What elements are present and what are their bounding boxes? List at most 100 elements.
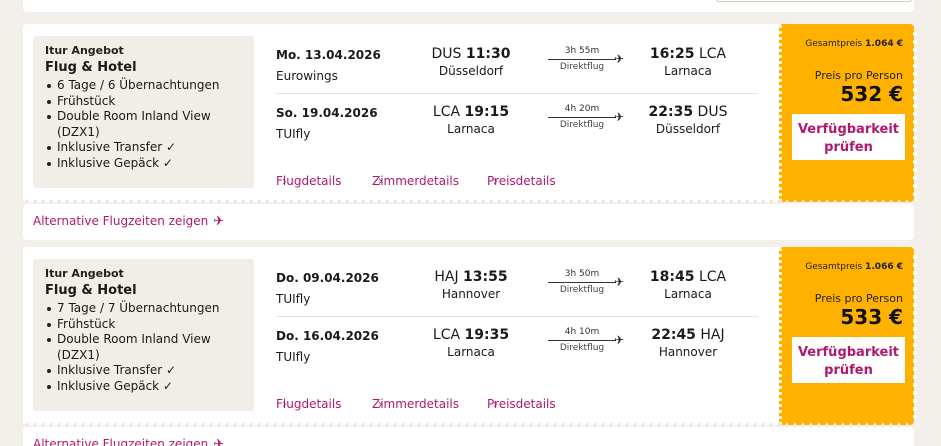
flight-date: Do. 16.04.2026 xyxy=(276,329,379,343)
flight-duration: 3h 55m ✈ Direktflug xyxy=(548,46,624,72)
offer-card: Itur Angebot Flug & Hotel 7 Tage / 7 Übe… xyxy=(23,247,918,426)
chevron-right-icon: › xyxy=(378,397,383,411)
flight-type: Direktflug xyxy=(559,62,605,72)
offer-card: Itur Angebot Flug & Hotel 6 Tage / 6 Übe… xyxy=(23,24,918,203)
flight-date: So. 19.04.2026 xyxy=(276,106,378,120)
offer-kicker: Itur Angebot xyxy=(45,44,124,57)
flight-duration: 4h 10m ✈ Direktflug xyxy=(548,327,624,353)
departure-city: Düsseldorf xyxy=(438,64,504,78)
airline: TUIfly xyxy=(276,350,311,364)
chevron-right-icon: › xyxy=(282,397,287,411)
total-price: Gesamtpreis 1.066 € xyxy=(805,262,903,272)
offer-title: Flug & Hotel xyxy=(45,283,137,298)
departure-time: 11:30 xyxy=(465,46,511,62)
plane-arrow-icon: ✈ xyxy=(613,333,624,347)
airport-code: DUS xyxy=(431,46,462,62)
arrival-city: Hannover xyxy=(658,345,718,359)
offer-title: Flug & Hotel xyxy=(45,60,137,75)
feature-item: 6 Tage / 6 Übernachtungen xyxy=(45,78,242,94)
airline: TUIfly xyxy=(276,127,311,141)
arrival: 22:45 HAJ Hannover xyxy=(638,327,738,359)
arrival: 18:45 LCA Larnaca xyxy=(638,269,738,301)
outbound-flight: Do. 09.04.2026 TUIfly HAJ 13:55 Hannover… xyxy=(276,261,758,317)
feature-list: 7 Tage / 7 Übernachtungen Frühstück Doub… xyxy=(45,301,242,395)
duration-text: 3h 55m xyxy=(564,46,600,56)
departure: LCA 19:35 Larnaca xyxy=(426,327,516,359)
airport-code: HAJ xyxy=(434,269,459,285)
duration-text: 3h 50m xyxy=(564,269,600,279)
price-per-person-label: Preis pro Person xyxy=(814,69,903,82)
price-panel: Gesamtpreis 1.066 € Preis pro Person 533… xyxy=(779,247,918,425)
price-panel: Gesamtpreis 1.064 € Preis pro Person 532… xyxy=(779,24,918,202)
price-per-person: 532 € xyxy=(840,82,903,106)
outbound-flight: Mo. 13.04.2026 Eurowings DUS 11:30 Düsse… xyxy=(276,38,758,94)
chevron-right-icon: › xyxy=(378,174,383,188)
chevron-right-icon: › xyxy=(493,174,498,188)
plane-arrow-icon: ✈ xyxy=(613,52,624,66)
price-per-person: 533 € xyxy=(840,305,903,329)
flight-duration: 3h 50m ✈ Direktflug xyxy=(548,269,624,295)
flight-type: Direktflug xyxy=(559,120,605,130)
airport-code: LCA xyxy=(698,269,727,285)
alt-times-row: Alternative Flugzeiten zeigen ✈ xyxy=(23,204,914,240)
offer-divider xyxy=(23,423,914,426)
feature-item: 7 Tage / 7 Übernachtungen xyxy=(45,301,242,317)
airport-code: LCA xyxy=(698,46,727,62)
inbound-flight: Do. 16.04.2026 TUIfly LCA 19:35 Larnaca … xyxy=(276,319,758,375)
departure-city: Hannover xyxy=(441,287,501,301)
feature-item: Frühstück xyxy=(45,94,242,110)
arrival-time: 18:45 xyxy=(649,269,695,285)
feature-item: Frühstück xyxy=(45,317,242,333)
feature-list: 6 Tage / 6 Übernachtungen Frühstück Doub… xyxy=(45,78,242,172)
inbound-flight: So. 19.04.2026 TUIfly LCA 19:15 Larnaca … xyxy=(276,96,758,152)
flight-duration: 4h 20m ✈ Direktflug xyxy=(548,104,624,130)
duration-text: 4h 20m xyxy=(564,104,600,114)
arrival-city: Larnaca xyxy=(664,287,712,301)
airport-code: DUS xyxy=(697,104,728,120)
plane-arrow-icon: ✈ xyxy=(613,275,624,289)
offer-divider xyxy=(23,200,914,203)
alt-times-row: Alternative Flugzeiten zeigen ✈ xyxy=(23,427,914,446)
feature-item: Double Room Inland View (DZX1) xyxy=(45,109,242,140)
previous-offer-button[interactable] xyxy=(716,0,912,2)
arrival-city: Larnaca xyxy=(664,64,712,78)
departure-time: 13:55 xyxy=(463,269,508,285)
flight-type: Direktflug xyxy=(559,285,605,295)
feature-item: Inklusive Transfer ✓ xyxy=(45,140,242,156)
chevron-right-icon: › xyxy=(282,174,287,188)
plane-arrow-icon: ✈ xyxy=(613,110,624,124)
price-per-person-label: Preis pro Person xyxy=(814,292,903,305)
offer-info-box: Itur Angebot Flug & Hotel 7 Tage / 7 Übe… xyxy=(33,259,254,411)
airline: TUIfly xyxy=(276,292,311,306)
check-availability-button[interactable]: Verfügbarkeit prüfen xyxy=(792,114,905,160)
feature-item: Double Room Inland View (DZX1) xyxy=(45,332,242,363)
offer-kicker: Itur Angebot xyxy=(45,267,124,280)
departure-city: Larnaca xyxy=(447,345,495,359)
alternative-flight-times-link[interactable]: Alternative Flugzeiten zeigen ✈ xyxy=(33,437,224,446)
arrival-city: Düsseldorf xyxy=(655,122,721,136)
airplane-icon: ✈ xyxy=(213,437,225,446)
arrival-time: 22:35 xyxy=(648,104,694,120)
duration-text: 4h 10m xyxy=(564,327,600,337)
departure: HAJ 13:55 Hannover xyxy=(426,269,516,301)
feature-item: Inklusive Gepäck ✓ xyxy=(45,156,242,172)
airport-code: LCA xyxy=(432,327,461,343)
total-price: Gesamtpreis 1.064 € xyxy=(805,39,903,49)
arrival-time: 16:25 xyxy=(649,46,695,62)
arrival-time: 22:45 xyxy=(651,327,696,343)
feature-item: Inklusive Gepäck ✓ xyxy=(45,379,242,395)
departure: DUS 11:30 Düsseldorf xyxy=(426,46,516,78)
alternative-flight-times-link[interactable]: Alternative Flugzeiten zeigen ✈ xyxy=(33,214,224,229)
arrival: 22:35 DUS Düsseldorf xyxy=(638,104,738,136)
airport-code: HAJ xyxy=(700,327,725,343)
departure-time: 19:35 xyxy=(464,327,510,343)
flight-date: Do. 09.04.2026 xyxy=(276,271,379,285)
departure: LCA 19:15 Larnaca xyxy=(426,104,516,136)
chevron-right-icon: › xyxy=(493,397,498,411)
flight-date: Mo. 13.04.2026 xyxy=(276,48,381,62)
arrival: 16:25 LCA Larnaca xyxy=(638,46,738,78)
flight-type: Direktflug xyxy=(559,343,605,353)
check-availability-button[interactable]: Verfügbarkeit prüfen xyxy=(792,337,905,383)
departure-time: 19:15 xyxy=(464,104,510,120)
airline: Eurowings xyxy=(276,69,338,83)
